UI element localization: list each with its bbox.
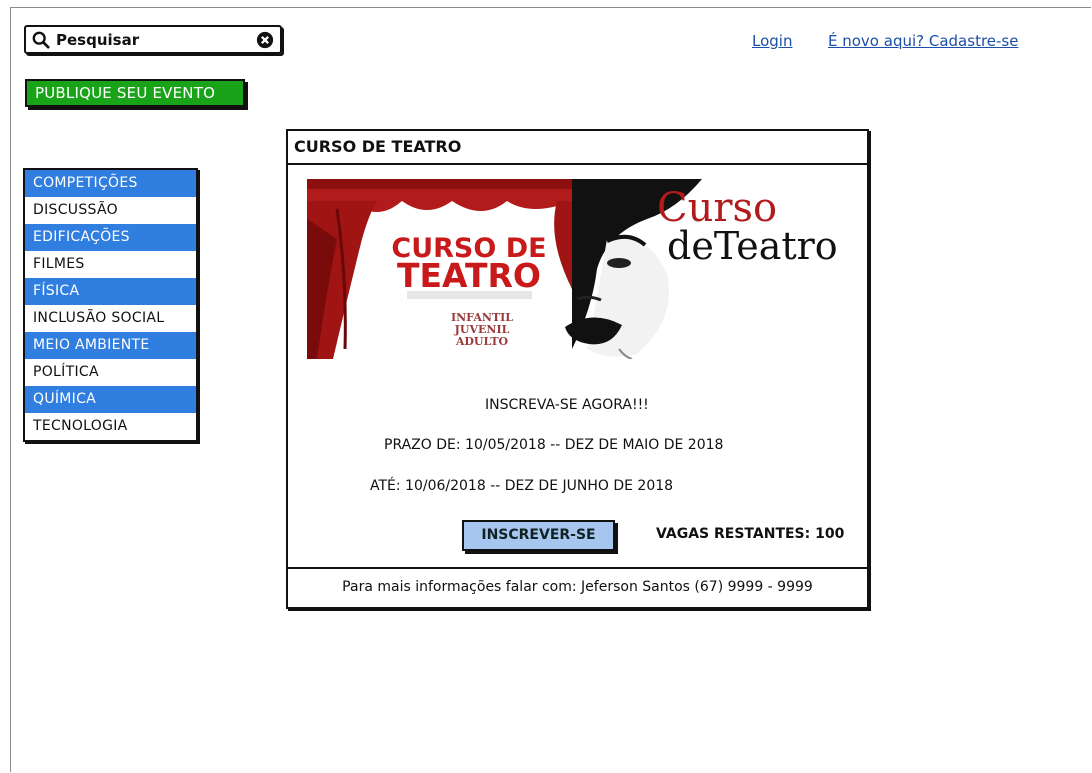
banner-audience-3: ADULTO [455,335,509,348]
publish-event-button[interactable]: PUBLIQUE SEU EVENTO [25,79,245,107]
banner-right-title-2: deTeatro [667,224,838,268]
category-item[interactable]: DISCUSSÃO [25,197,196,224]
register-link[interactable]: É novo aqui? Cadastre-se [828,32,1018,50]
event-card: CURSO DE TEATRO CURSO DE TEATRO INFANTIL… [286,129,869,609]
event-banner-image: CURSO DE TEATRO INFANTIL JUVENIL ADULTO … [307,179,853,359]
clear-search-icon[interactable] [256,31,274,49]
cta-text: INSCREVA-SE AGORA!!! [485,397,649,413]
category-item[interactable]: QUÍMICA [25,386,196,413]
category-item[interactable]: INCLUSÃO SOCIAL [25,305,196,332]
category-item[interactable]: COMPETIÇÕES [25,170,196,197]
category-item[interactable]: POLÍTICA [25,359,196,386]
category-item[interactable]: EDIFICAÇÕES [25,224,196,251]
contact-footer: Para mais informações falar com: Jeferso… [288,567,867,607]
category-item[interactable]: FILMES [25,251,196,278]
banner-left-title-2: TEATRO [397,256,541,295]
search-icon [32,31,50,49]
category-item[interactable]: TECNOLOGIA [25,413,196,440]
category-item[interactable]: MEIO AMBIENTE [25,332,196,359]
category-item[interactable]: FÍSICA [25,278,196,305]
deadline-to: ATÉ: 10/06/2018 -- DEZ DE JUNHO DE 2018 [370,478,674,494]
login-link[interactable]: Login [752,32,792,50]
subscribe-button[interactable]: INSCREVER-SE [462,520,615,551]
event-title: CURSO DE TEATRO [288,131,867,165]
remaining-spots: VAGAS RESTANTES: 100 [656,526,845,542]
category-list: COMPETIÇÕES DISCUSSÃO EDIFICAÇÕES FILMES… [23,168,198,442]
search-box[interactable] [24,25,282,54]
deadline-from: PRAZO DE: 10/05/2018 -- DEZ DE MAIO DE 2… [384,437,724,453]
banner-graphic: CURSO DE TEATRO INFANTIL JUVENIL ADULTO … [307,179,853,359]
search-input[interactable] [56,30,256,49]
